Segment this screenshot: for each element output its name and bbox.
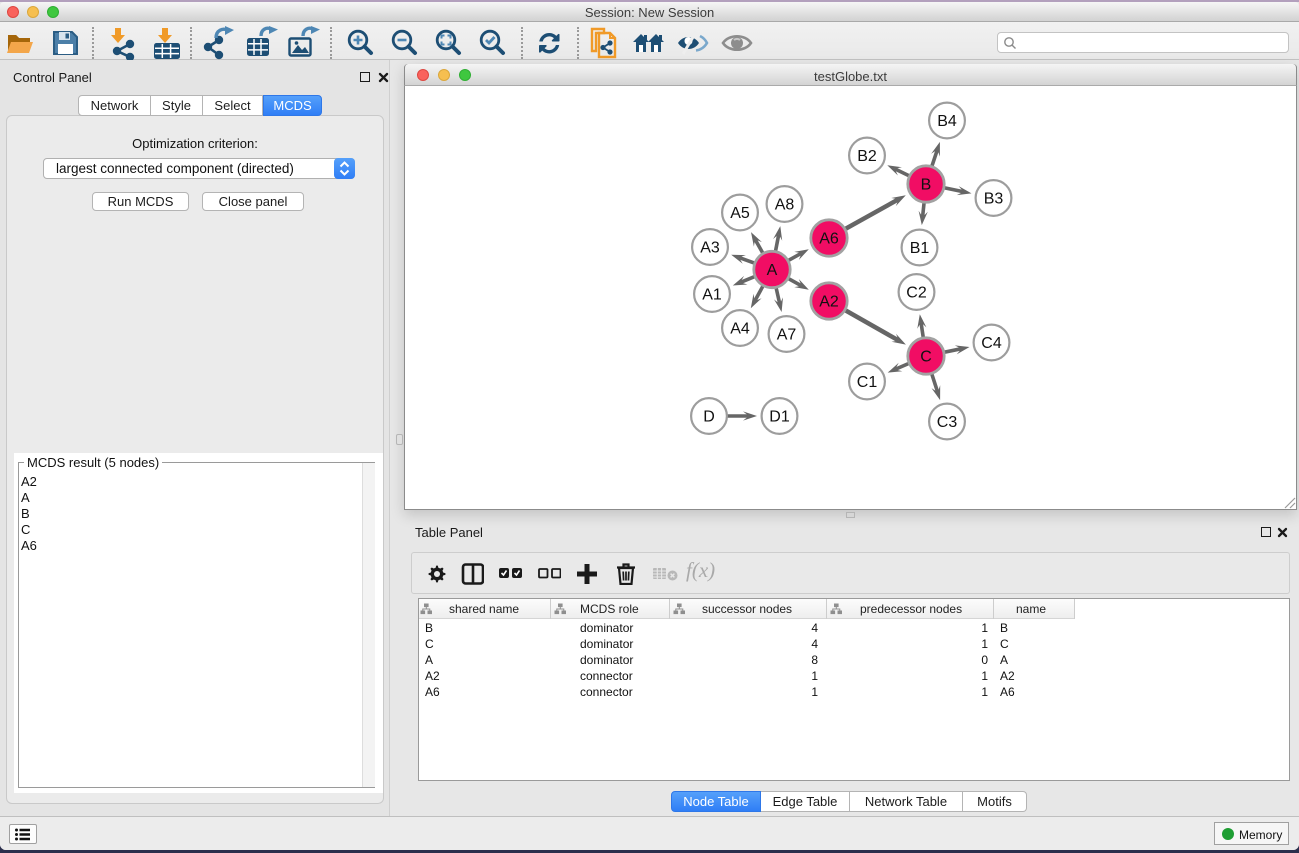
svg-text:B2: B2 <box>857 148 877 165</box>
svg-text:A4: A4 <box>730 321 750 338</box>
svg-text:A1: A1 <box>702 287 722 304</box>
svg-text:C2: C2 <box>906 285 927 302</box>
svg-text:C1: C1 <box>857 374 878 391</box>
svg-text:B1: B1 <box>910 240 930 257</box>
svg-text:A8: A8 <box>775 197 795 214</box>
svg-text:B: B <box>921 177 932 194</box>
svg-text:D: D <box>703 409 715 426</box>
svg-text:A6: A6 <box>819 231 839 248</box>
svg-text:A5: A5 <box>730 205 750 222</box>
svg-text:D1: D1 <box>769 409 790 426</box>
svg-text:A2: A2 <box>819 294 839 311</box>
svg-text:A7: A7 <box>777 327 797 344</box>
svg-text:A: A <box>767 262 778 279</box>
svg-text:C4: C4 <box>981 335 1002 352</box>
svg-text:A3: A3 <box>700 240 720 257</box>
svg-text:C3: C3 <box>937 414 958 431</box>
svg-text:B3: B3 <box>984 191 1004 208</box>
svg-text:C: C <box>920 349 932 366</box>
svg-text:B4: B4 <box>937 113 957 130</box>
